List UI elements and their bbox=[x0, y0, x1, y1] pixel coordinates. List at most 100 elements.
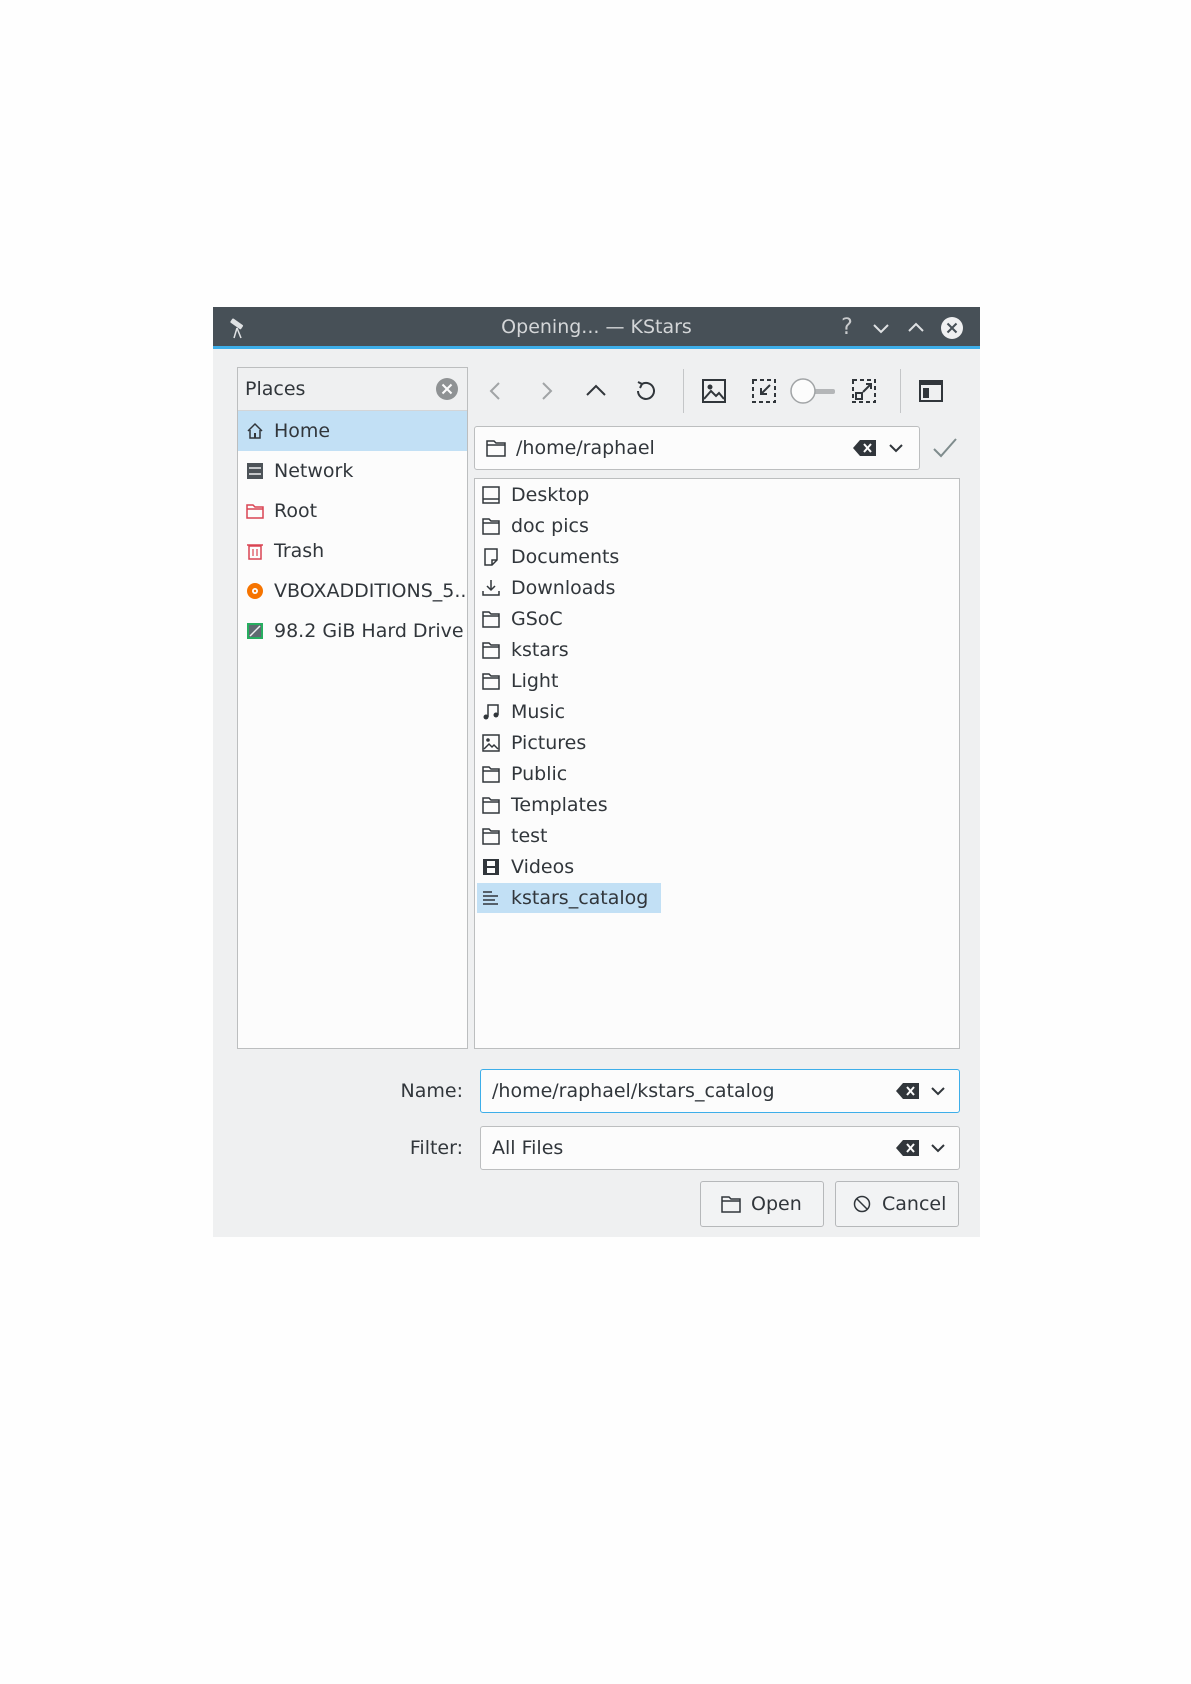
folder-icon bbox=[482, 672, 500, 690]
chevron-down-icon[interactable] bbox=[929, 1082, 947, 1100]
file-name: kstars_catalog bbox=[511, 887, 649, 909]
minimize-button[interactable] bbox=[869, 316, 893, 340]
zoom-out-icon[interactable] bbox=[850, 377, 878, 405]
file-name: Downloads bbox=[511, 577, 616, 599]
file-item-doc-pics[interactable]: doc pics bbox=[477, 511, 602, 541]
places-panel: Places Home Network Root Trash VBOXADDIT… bbox=[237, 367, 468, 1049]
file-item-test[interactable]: test bbox=[477, 821, 561, 851]
place-label: VBOXADDITIONS_5... bbox=[274, 580, 467, 602]
file-name: Desktop bbox=[511, 484, 590, 506]
text-file-icon bbox=[482, 889, 500, 907]
clear-location-icon[interactable] bbox=[852, 438, 878, 458]
place-item-root[interactable]: Root bbox=[238, 491, 467, 531]
document-icon bbox=[482, 548, 500, 566]
open-button-label: Open bbox=[751, 1193, 802, 1215]
root-folder-icon bbox=[246, 502, 264, 520]
hard-drive-icon bbox=[246, 622, 264, 640]
open-button[interactable]: Open bbox=[700, 1181, 824, 1227]
place-item-network[interactable]: Network bbox=[238, 451, 467, 491]
folder-icon bbox=[482, 765, 500, 783]
folder-icon bbox=[486, 439, 506, 457]
cancel-button-label: Cancel bbox=[882, 1193, 947, 1215]
file-name: test bbox=[511, 825, 548, 847]
location-combobox[interactable]: /home/raphael bbox=[474, 426, 920, 470]
file-list[interactable]: Desktop doc pics Documents Downloads GSo… bbox=[474, 478, 960, 1049]
file-name: Templates bbox=[511, 794, 608, 816]
close-button[interactable] bbox=[940, 316, 964, 340]
home-icon bbox=[246, 422, 264, 440]
help-button[interactable]: ? bbox=[835, 316, 859, 340]
file-name: doc pics bbox=[511, 515, 589, 537]
folder-icon bbox=[482, 827, 500, 845]
cancel-button[interactable]: Cancel bbox=[835, 1181, 959, 1227]
file-name: Light bbox=[511, 670, 559, 692]
file-item-gsoc[interactable]: GSoC bbox=[477, 604, 576, 634]
place-label: Home bbox=[274, 420, 331, 442]
file-item-desktop[interactable]: Desktop bbox=[477, 480, 602, 510]
place-item-trash[interactable]: Trash bbox=[238, 531, 467, 571]
place-item-vboxadditions[interactable]: VBOXADDITIONS_5... bbox=[238, 571, 467, 611]
clear-name-icon[interactable] bbox=[895, 1081, 921, 1101]
file-item-templates[interactable]: Templates bbox=[477, 790, 621, 820]
zoom-fit-icon[interactable] bbox=[750, 377, 778, 405]
place-item-home[interactable]: Home bbox=[238, 411, 467, 451]
file-item-pictures[interactable]: Pictures bbox=[477, 728, 599, 758]
folder-open-icon bbox=[721, 1195, 741, 1213]
chevron-down-icon[interactable] bbox=[887, 439, 905, 457]
folder-icon bbox=[482, 641, 500, 659]
clear-filter-icon[interactable] bbox=[895, 1138, 921, 1158]
reload-button[interactable] bbox=[632, 377, 660, 405]
place-item-hard-drive[interactable]: 98.2 GiB Hard Drive bbox=[238, 611, 467, 651]
forward-button[interactable] bbox=[532, 377, 560, 405]
optical-disc-icon bbox=[246, 582, 264, 600]
trash-icon bbox=[246, 542, 264, 560]
chevron-down-icon[interactable] bbox=[929, 1139, 947, 1157]
file-item-music[interactable]: Music bbox=[477, 697, 578, 727]
desktop-icon bbox=[482, 486, 500, 504]
folder-icon bbox=[482, 796, 500, 814]
maximize-button[interactable] bbox=[904, 316, 928, 340]
filter-combobox[interactable]: All Files bbox=[480, 1126, 960, 1170]
download-icon bbox=[482, 579, 500, 597]
panel-toggle-icon[interactable] bbox=[917, 377, 945, 405]
close-places-icon[interactable] bbox=[435, 377, 459, 401]
place-label: Network bbox=[274, 460, 354, 482]
picture-icon bbox=[482, 734, 500, 752]
folder-icon bbox=[482, 610, 500, 628]
file-item-kstars[interactable]: kstars bbox=[477, 635, 582, 665]
file-name: GSoC bbox=[511, 608, 563, 630]
parent-folder-button[interactable] bbox=[582, 377, 610, 405]
filter-label: Filter: bbox=[409, 1137, 463, 1159]
file-name: Documents bbox=[511, 546, 620, 568]
name-combobox[interactable]: /home/raphael/kstars_catalog bbox=[480, 1069, 960, 1113]
file-item-light[interactable]: Light bbox=[477, 666, 571, 696]
file-item-kstars-catalog[interactable]: kstars_catalog bbox=[477, 883, 662, 913]
filter-field[interactable]: All Files bbox=[492, 1127, 563, 1169]
go-checkmark-icon[interactable] bbox=[931, 435, 959, 461]
place-label: Trash bbox=[274, 540, 325, 562]
video-icon bbox=[482, 858, 500, 876]
zoom-slider[interactable] bbox=[789, 377, 839, 405]
folder-icon bbox=[482, 517, 500, 535]
title-bar: Opening... — KStars ? bbox=[213, 307, 980, 349]
file-item-documents[interactable]: Documents bbox=[477, 542, 632, 572]
back-button[interactable] bbox=[482, 377, 510, 405]
file-item-videos[interactable]: Videos bbox=[477, 852, 587, 882]
toolbar-separator bbox=[683, 369, 684, 413]
file-name: Public bbox=[511, 763, 568, 785]
file-name: Videos bbox=[511, 856, 575, 878]
file-item-public[interactable]: Public bbox=[477, 759, 580, 789]
file-name: Pictures bbox=[511, 732, 587, 754]
name-label: Name: bbox=[400, 1080, 463, 1102]
music-icon bbox=[482, 703, 500, 721]
file-name: kstars bbox=[511, 639, 569, 661]
name-field[interactable]: /home/raphael/kstars_catalog bbox=[492, 1070, 775, 1112]
file-name: Music bbox=[511, 701, 566, 723]
file-item-downloads[interactable]: Downloads bbox=[477, 573, 628, 603]
cancel-icon bbox=[852, 1195, 872, 1213]
place-label: Root bbox=[274, 500, 318, 522]
preview-icon[interactable] bbox=[700, 377, 728, 405]
file-dialog-window: Opening... — KStars ? Places Home Networ… bbox=[213, 307, 980, 1237]
location-path: /home/raphael bbox=[516, 437, 655, 459]
place-label: 98.2 GiB Hard Drive bbox=[274, 620, 464, 642]
